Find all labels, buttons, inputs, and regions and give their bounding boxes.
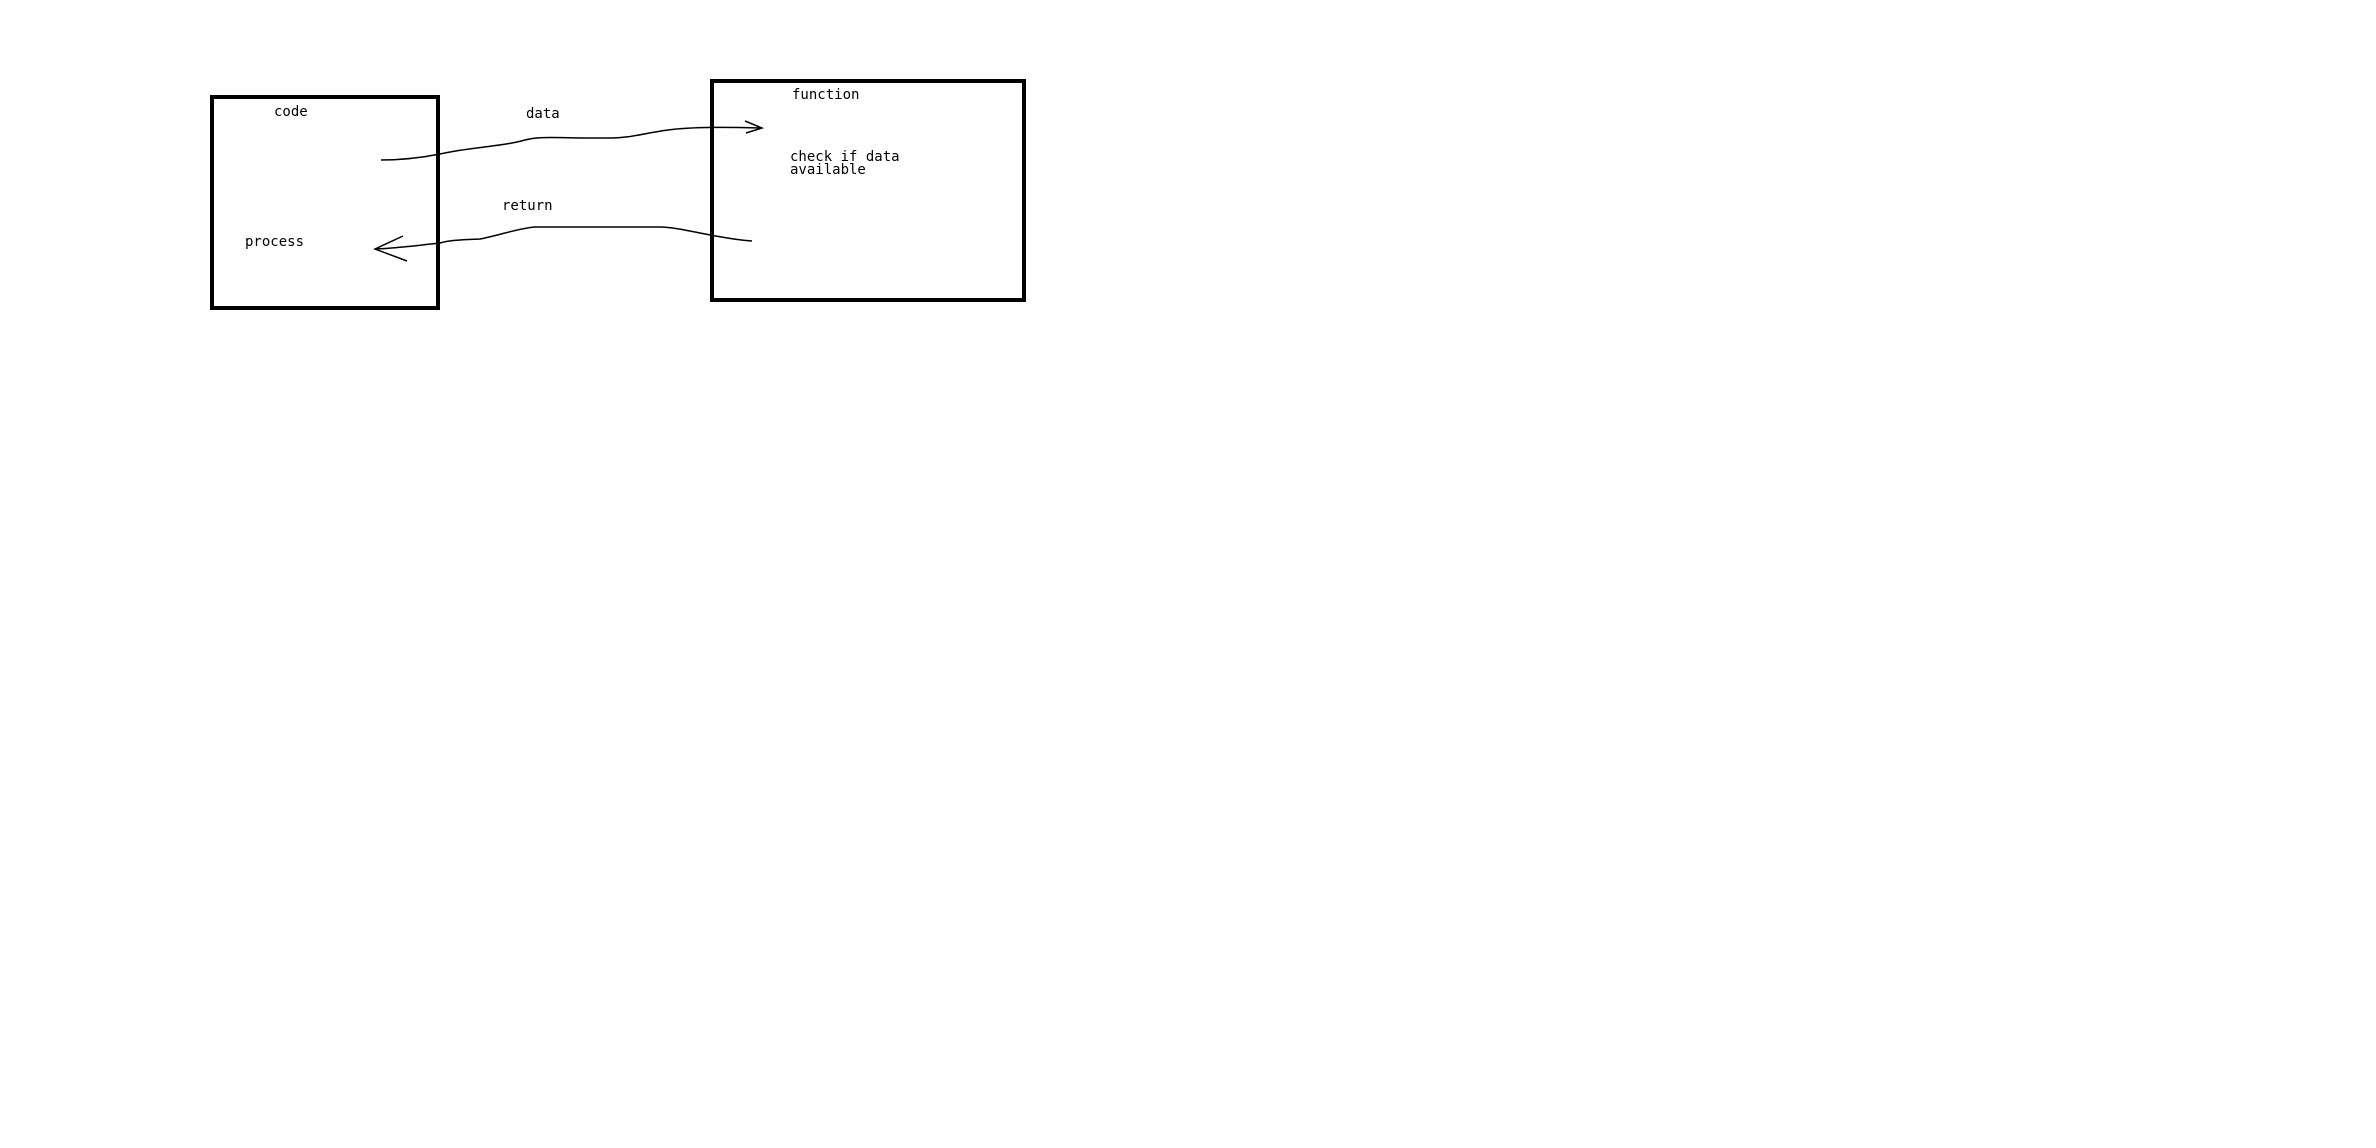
function-box-text-line-2: available xyxy=(790,162,866,178)
data-edge-label: data xyxy=(526,106,560,122)
return-arrow-line xyxy=(374,226,753,250)
return-edge-label: return xyxy=(502,198,553,214)
function-box-title: function xyxy=(792,87,860,103)
connector-layer xyxy=(373,120,765,262)
diagram-canvas: code process data return function check … xyxy=(0,0,2376,1148)
code-box-process-text: process xyxy=(245,234,305,250)
data-arrow-line xyxy=(380,126,763,161)
code-box-title: code xyxy=(274,104,308,120)
